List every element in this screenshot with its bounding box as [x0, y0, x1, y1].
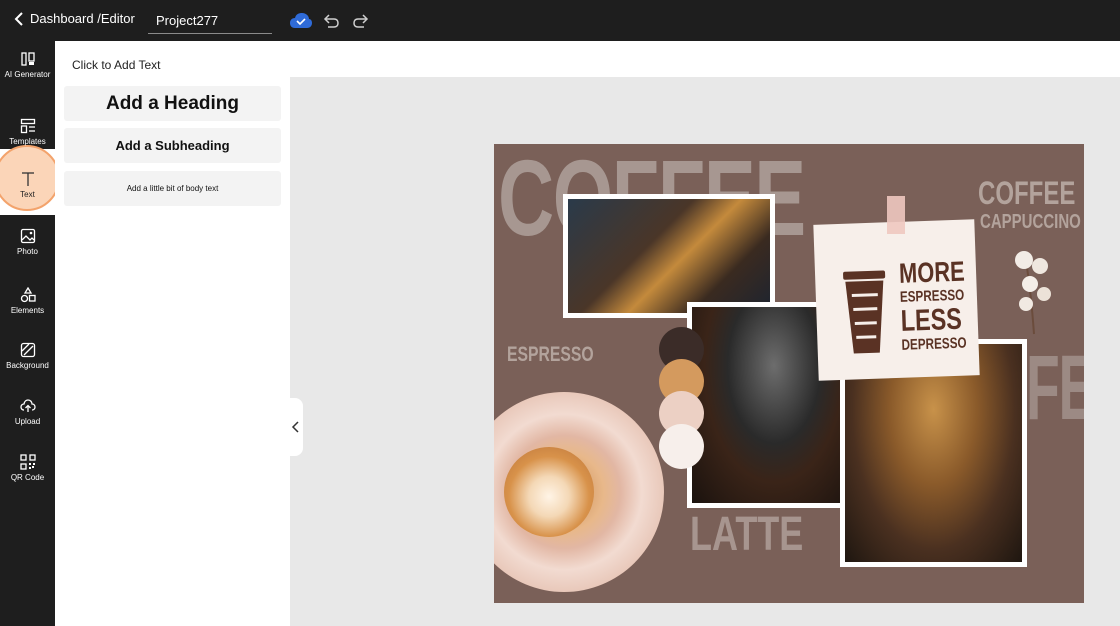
quote-line-more: MORE: [898, 255, 966, 289]
sidebar-item-text[interactable]: Text: [0, 171, 55, 199]
coffee-cup-illustration: [843, 270, 886, 354]
redo-icon[interactable]: [352, 12, 370, 30]
quote-line-depresso: DEPRESSO: [901, 334, 967, 354]
add-subheading-button[interactable]: Add a Subheading: [64, 128, 281, 163]
design-text-espresso[interactable]: ESPRESSO: [507, 344, 594, 365]
color-swatch[interactable]: [659, 424, 704, 469]
sidebar-item-label: Upload: [14, 417, 41, 426]
tape-decoration: [887, 196, 905, 234]
text-icon: [21, 172, 34, 186]
text-panel: Click to Add Text Add a Heading Add a Su…: [55, 41, 290, 626]
back-to-dashboard-button[interactable]: Dashboard /Editor: [14, 11, 135, 26]
sidebar-item-photo[interactable]: Photo: [0, 228, 55, 256]
design-text-coffee[interactable]: COFFEE: [978, 177, 1075, 209]
project-name-input[interactable]: Project277: [148, 9, 272, 34]
design-text-cappuccino[interactable]: CAPPUCCINO: [980, 212, 1081, 232]
add-body-text-button[interactable]: Add a little bit of body text: [64, 171, 281, 206]
design-text-latte[interactable]: LATTE: [690, 511, 803, 559]
coffee-cheers-photo[interactable]: [563, 194, 775, 318]
latte-cup-image[interactable]: [494, 392, 664, 592]
templates-icon: [20, 118, 35, 134]
top-bar: Dashboard /Editor Project277: [0, 0, 1120, 41]
collapse-panel-button[interactable]: [289, 398, 303, 456]
sidebar-item-label: Background: [6, 361, 49, 370]
sidebar-item-ai-generator[interactable]: AI Generator: [0, 51, 55, 79]
quote-note-card[interactable]: MORE ESPRESSO LESS DEPRESSO: [813, 219, 980, 381]
cloud-saved-icon[interactable]: [289, 12, 313, 29]
upload-icon: [19, 399, 36, 412]
sidebar-item-label: Templates: [9, 137, 46, 146]
sidebar-item-label: Text: [20, 190, 35, 199]
design-text-fee[interactable]: FEE: [1026, 342, 1084, 434]
background-icon: [20, 342, 35, 358]
sidebar-item-label: AI Generator: [4, 70, 51, 79]
sidebar-item-qr-code[interactable]: QR Code: [0, 454, 55, 482]
quote-line-less: LESS: [900, 302, 963, 338]
latte-art: [504, 447, 594, 537]
cotton-branch-image[interactable]: [1004, 246, 1064, 336]
canvas-toolbar-strip: [290, 41, 1120, 77]
design-canvas[interactable]: COFFEE FEE COFFEE CAPPUCCINO ESPRESSO LA…: [494, 144, 1084, 603]
sidebar-item-background[interactable]: Background: [0, 342, 55, 370]
chevron-left-icon: [291, 421, 299, 433]
add-heading-button[interactable]: Add a Heading: [64, 86, 281, 121]
sidebar-item-elements[interactable]: Elements: [0, 287, 55, 315]
sidebar-item-label: QR Code: [10, 473, 45, 482]
qr-code-icon: [19, 454, 36, 470]
elements-icon: [20, 287, 36, 303]
panel-title: Click to Add Text: [72, 58, 161, 72]
photo-icon: [20, 228, 35, 244]
sidebar-item-label: Elements: [10, 306, 45, 315]
sidebar-item-templates[interactable]: Templates: [0, 118, 55, 146]
chevron-left-icon: [14, 11, 23, 26]
undo-icon[interactable]: [322, 12, 340, 30]
left-sidebar: AI Generator Templates Text Photo Elemen…: [0, 41, 60, 626]
sidebar-item-label: Photo: [17, 247, 38, 256]
sidebar-item-upload[interactable]: Upload: [0, 398, 55, 426]
breadcrumb: Dashboard /Editor: [30, 11, 135, 26]
quote-text: MORE ESPRESSO LESS DEPRESSO: [898, 255, 968, 354]
ai-generator-icon: [20, 52, 35, 66]
